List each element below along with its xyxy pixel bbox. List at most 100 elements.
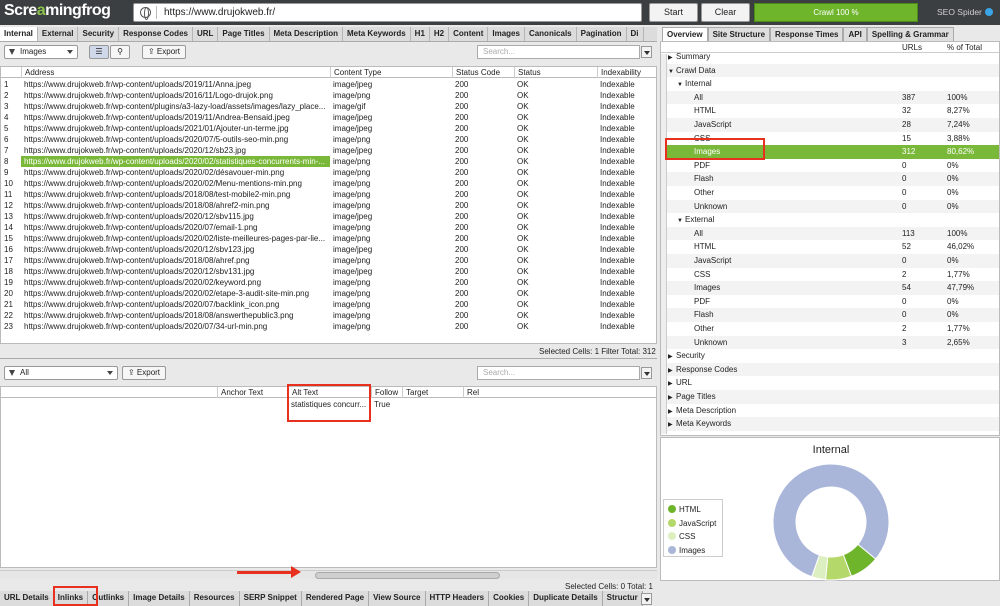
filter-dropdown[interactable]: Images <box>4 45 78 59</box>
tree-row[interactable]: ▶ Page Titles <box>661 390 999 404</box>
table-row[interactable]: 11 https://www.drujokweb.fr/wp-content/up… <box>1 189 656 200</box>
tree-row[interactable]: ▼ External <box>661 213 999 227</box>
tree-row[interactable]: All 387 100% <box>661 90 999 105</box>
table-row[interactable]: 23 https://www.drujokweb.fr/wp-content/up… <box>1 321 656 332</box>
bottom-tab-http-headers[interactable]: HTTP Headers <box>426 591 490 606</box>
export-button[interactable]: ⇪ Export <box>142 45 186 59</box>
bottom-tab-rendered-page[interactable]: Rendered Page <box>302 591 370 606</box>
tree-row[interactable]: ▶ Meta Keywords <box>661 417 999 433</box>
tree-row[interactable]: ▶ URL <box>661 376 999 390</box>
table-row[interactable]: 5 https://www.drujokweb.fr/wp-content/upl… <box>1 123 656 134</box>
tab-images[interactable]: Images <box>488 27 525 41</box>
tab-external[interactable]: External <box>38 27 79 41</box>
tree-scrollbar[interactable] <box>661 54 667 434</box>
tree-view-button[interactable]: ⚲ <box>110 45 130 59</box>
column-header-status[interactable]: Status <box>514 67 541 78</box>
bottom-tab-resources[interactable]: Resources <box>190 591 240 606</box>
tree-row[interactable]: HTML 32 8,27% <box>661 104 999 118</box>
table-row[interactable]: 14 https://www.drujokweb.fr/wp-content/up… <box>1 222 656 233</box>
bottom-tab-url-details[interactable]: URL Details <box>0 591 54 606</box>
table-row[interactable]: 7 https://www.drujokweb.fr/wp-content/upl… <box>1 145 656 156</box>
tree-row[interactable]: JavaScript 0 0% <box>661 254 999 268</box>
more-tabs-button[interactable] <box>641 593 652 605</box>
tree-row[interactable]: ▼ Internal <box>661 77 999 91</box>
scrollbar-thumb[interactable] <box>315 572 500 579</box>
tree-row[interactable]: Unknown 3 2,65% <box>661 335 999 350</box>
tab-pagination[interactable]: Pagination <box>577 27 627 41</box>
table-row[interactable]: 13 https://www.drujokweb.fr/wp-content/up… <box>1 211 656 222</box>
table-row[interactable]: 20 https://www.drujokweb.fr/wp-content/up… <box>1 288 656 299</box>
table-row[interactable]: 16 https://www.drujokweb.fr/wp-content/up… <box>1 244 656 255</box>
bottom-tab-cookies[interactable]: Cookies <box>489 591 530 606</box>
tab-meta-description[interactable]: Meta Description <box>270 27 343 41</box>
table-row[interactable]: 22 https://www.drujokweb.fr/wp-content/up… <box>1 310 656 321</box>
bottom-tab-structur[interactable]: Structur <box>603 591 643 606</box>
column-header-address[interactable]: Address <box>21 67 54 78</box>
table-row[interactable]: 3 https://www.drujokweb.fr/wp-content/plu… <box>1 101 656 112</box>
start-button[interactable]: Start <box>649 3 698 22</box>
tab-internal[interactable]: Internal <box>0 27 38 41</box>
right-tab-response-times[interactable]: Response Times <box>770 27 844 41</box>
tab-di[interactable]: Di <box>627 27 644 41</box>
table-row[interactable]: 4 https://www.drujokweb.fr/wp-content/upl… <box>1 112 656 123</box>
inlinks-column-follow[interactable]: Follow <box>371 387 398 398</box>
table-row[interactable]: 9 https://www.drujokweb.fr/wp-content/upl… <box>1 167 656 178</box>
tree-row[interactable]: ▶ Summary <box>661 50 999 64</box>
inlinks-column-target[interactable]: Target <box>402 387 428 398</box>
table-row[interactable]: 10 https://www.drujokweb.fr/wp-content/up… <box>1 178 656 189</box>
column-header-content-type[interactable]: Content Type <box>330 67 381 78</box>
search-options-button[interactable] <box>641 46 652 58</box>
right-tab-api[interactable]: API <box>843 27 867 41</box>
table-row[interactable]: 2 https://www.drujokweb.fr/wp-content/upl… <box>1 90 656 101</box>
table-row[interactable]: 8 https://www.drujokweb.fr/wp-content/upl… <box>1 156 656 167</box>
table-row[interactable]: 12 https://www.drujokweb.fr/wp-content/up… <box>1 200 656 211</box>
table-row[interactable]: 21 https://www.drujokweb.fr/wp-content/up… <box>1 299 656 310</box>
tree-row[interactable]: JavaScript 28 7,24% <box>661 118 999 132</box>
tab-canonicals[interactable]: Canonicals <box>525 27 577 41</box>
tab-security[interactable]: Security <box>78 27 120 41</box>
collapsed-arrow-icon[interactable]: ▶ <box>668 419 676 433</box>
inlinks-search-options-button[interactable] <box>641 367 652 379</box>
tree-row[interactable]: Images 54 47,79% <box>661 281 999 295</box>
tree-row[interactable]: Other 0 0% <box>661 186 999 200</box>
inlinks-export-button[interactable]: ⇪ Export <box>122 366 166 380</box>
column-header-indexability[interactable]: Indexability <box>597 67 641 78</box>
tree-row[interactable]: PDF 0 0% <box>661 159 999 173</box>
table-row[interactable]: 6 https://www.drujokweb.fr/wp-content/upl… <box>1 134 656 145</box>
tree-row[interactable]: HTML 52 46,02% <box>661 240 999 254</box>
bottom-tab-duplicate-details[interactable]: Duplicate Details <box>529 591 603 606</box>
list-view-button[interactable]: ☰ <box>89 45 109 59</box>
bottom-tab-serp-snippet[interactable]: SERP Snippet <box>240 591 302 606</box>
table-row[interactable]: 1 https://www.drujokweb.fr/wp-content/upl… <box>1 79 656 90</box>
tab-page-titles[interactable]: Page Titles <box>218 27 270 41</box>
tree-row[interactable]: Other 2 1,77% <box>661 322 999 336</box>
tree-row[interactable]: ▶ Response Codes <box>661 362 999 377</box>
tab-url[interactable]: URL <box>193 27 219 41</box>
bottom-tab-image-details[interactable]: Image Details <box>129 591 190 606</box>
right-tab-overview[interactable]: Overview <box>662 27 708 41</box>
inlinks-search-input[interactable]: Search... <box>477 366 640 380</box>
inlinks-filter-dropdown[interactable]: All <box>4 366 118 380</box>
inlinks-column-anchor-text[interactable]: Anchor Text <box>217 387 263 398</box>
column-header-status-code[interactable]: Status Code <box>452 67 500 78</box>
tree-row[interactable]: ▶ Security <box>661 349 999 363</box>
table-row[interactable]: 17 https://www.drujokweb.fr/wp-content/up… <box>1 255 656 266</box>
right-tab-site-structure[interactable]: Site Structure <box>707 27 771 41</box>
table-row[interactable]: 19 https://www.drujokweb.fr/wp-content/up… <box>1 277 656 288</box>
right-tab-spelling-grammar[interactable]: Spelling & Grammar <box>866 27 954 41</box>
table-row[interactable]: 15 https://www.drujokweb.fr/wp-content/up… <box>1 233 656 244</box>
tree-row[interactable]: PDF 0 0% <box>661 295 999 309</box>
url-input[interactable]: https://www.drujokweb.fr/ <box>133 3 642 22</box>
tree-row[interactable]: Unknown 0 0% <box>661 199 999 214</box>
tree-row[interactable]: Flash 0 0% <box>661 172 999 186</box>
table-row[interactable]: 18 https://www.drujokweb.fr/wp-content/up… <box>1 266 656 277</box>
tab-meta-keywords[interactable]: Meta Keywords <box>343 27 411 41</box>
search-input[interactable]: Search... <box>477 45 640 59</box>
tab-response-codes[interactable]: Response Codes <box>119 27 193 41</box>
tab-content[interactable]: Content <box>449 27 489 41</box>
tree-row[interactable]: CSS 2 1,77% <box>661 268 999 282</box>
tree-row[interactable]: All 113 100% <box>661 226 999 241</box>
tree-row[interactable]: ▶ Meta Description <box>661 404 999 418</box>
tree-row[interactable]: ▼ Crawl Data <box>661 63 999 78</box>
bottom-tab-view-source[interactable]: View Source <box>369 591 426 606</box>
